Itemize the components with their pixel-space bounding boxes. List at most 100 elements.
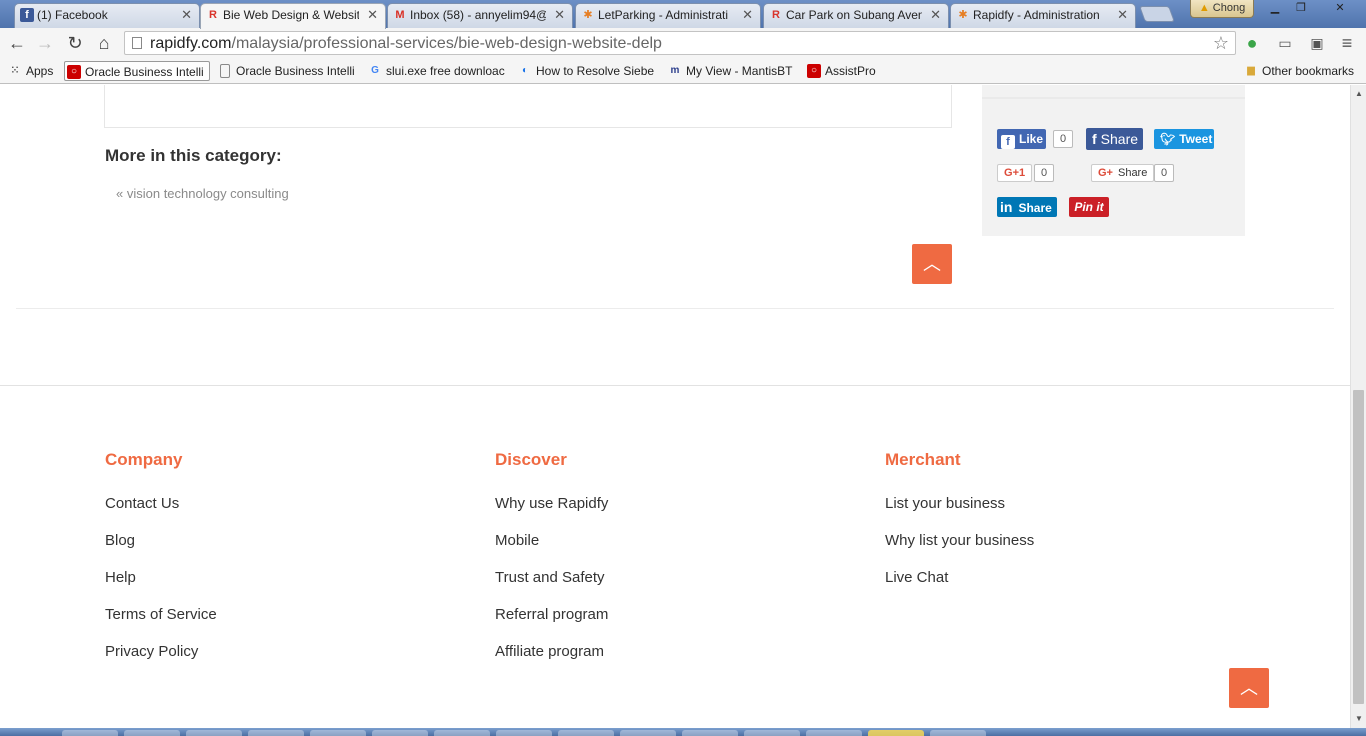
- scroll-down-arrow-icon[interactable]: ▼: [1351, 712, 1366, 726]
- close-tab-icon[interactable]: ✕: [367, 4, 378, 26]
- tab-letparking-admin[interactable]: ✱ LetParking - Administrati ✕: [575, 3, 761, 28]
- footer-link-trust-safety[interactable]: Trust and Safety: [495, 569, 608, 606]
- google-plus-one-button[interactable]: G+1: [997, 164, 1033, 182]
- tab-facebook[interactable]: f (1) Facebook ✕: [14, 3, 200, 28]
- taskbar-item[interactable]: [806, 730, 862, 736]
- footer-link-help[interactable]: Help: [105, 569, 217, 606]
- profile-badge[interactable]: ▲ Chong: [1190, 0, 1254, 18]
- footer-link-privacy[interactable]: Privacy Policy: [105, 643, 217, 680]
- rapidfy-icon: R: [772, 9, 780, 21]
- pinterest-pin-button[interactable]: Pin it: [1069, 197, 1109, 217]
- scroll-up-arrow-icon[interactable]: ▲: [1351, 87, 1366, 101]
- bookmark-other[interactable]: ▆ Other bookmarks: [1242, 61, 1362, 81]
- google-plus-count: 0: [1034, 164, 1054, 182]
- footer-link-why-list[interactable]: Why list your business: [885, 532, 1034, 569]
- linkedin-share-button[interactable]: in Share: [997, 197, 1057, 217]
- chrome-web-icon: ◐: [521, 65, 529, 76]
- tab-bie-web-design[interactable]: R Bie Web Design & Website ✕: [200, 3, 386, 29]
- footer-discover: Discover Why use Rapidfy Mobile Trust an…: [495, 450, 608, 680]
- facebook-share-button[interactable]: f Share: [1086, 128, 1143, 150]
- tab-car-park-subang[interactable]: R Car Park on Subang Aven ✕: [763, 3, 949, 28]
- floating-scroll-top-button[interactable]: ︿: [1229, 668, 1269, 708]
- facebook-like-button[interactable]: f Like: [997, 129, 1046, 149]
- bookmarks-bar: ⁙ Apps ○ Oracle Business Intelli Oracle Bu…: [0, 58, 1366, 84]
- footer-link-affiliate[interactable]: Affiliate program: [495, 643, 608, 680]
- page-scrollbar[interactable]: ▲ ▼: [1350, 85, 1366, 728]
- divider: [982, 97, 1245, 99]
- close-tab-icon[interactable]: ✕: [181, 4, 192, 26]
- joomla-icon: ✱: [583, 9, 593, 21]
- footer-link-mobile[interactable]: Mobile: [495, 532, 608, 569]
- taskbar-item[interactable]: [682, 730, 738, 736]
- facebook-icon: f: [20, 8, 34, 22]
- maximize-button[interactable]: ❐: [1288, 0, 1314, 18]
- close-window-button[interactable]: ✕: [1318, 0, 1362, 18]
- footer-link-live-chat[interactable]: Live Chat: [885, 569, 1034, 606]
- taskbar-item[interactable]: [62, 730, 118, 736]
- new-tab-button[interactable]: [1139, 6, 1175, 22]
- menu-icon[interactable]: ≡: [1338, 34, 1356, 52]
- footer-link-blog[interactable]: Blog: [105, 532, 217, 569]
- close-tab-icon[interactable]: ✕: [742, 4, 753, 26]
- taskbar-item[interactable]: [744, 730, 800, 736]
- content-card: [104, 85, 952, 128]
- bookmark-oracle-bi-1[interactable]: ○ Oracle Business Intelli: [64, 61, 210, 81]
- taskbar-item[interactable]: [620, 730, 676, 736]
- taskbar-item[interactable]: [124, 730, 180, 736]
- footer-company: Company Contact Us Blog Help Terms of Se…: [105, 450, 217, 680]
- bookmark-star-icon[interactable]: ☆: [1213, 32, 1229, 54]
- reload-icon[interactable]: ↻: [64, 32, 86, 54]
- home-icon[interactable]: ⌂: [93, 32, 115, 54]
- taskbar-item[interactable]: [434, 730, 490, 736]
- extension-leaf-icon[interactable]: ●: [1243, 34, 1261, 52]
- page-icon: [132, 37, 142, 49]
- cast-icon[interactable]: ▣: [1308, 34, 1326, 52]
- prev-listing-link[interactable]: « vision technology consulting: [116, 186, 289, 201]
- footer-link-list-business[interactable]: List your business: [885, 495, 1034, 532]
- extension-window-icon[interactable]: ▭: [1276, 34, 1294, 52]
- back-icon[interactable]: ←: [6, 32, 28, 54]
- close-tab-icon[interactable]: ✕: [930, 4, 941, 26]
- tab-rapidfy-admin[interactable]: ✱ Rapidfy - Administration ✕: [950, 3, 1136, 28]
- folder-icon: ▆: [1247, 65, 1255, 76]
- address-bar[interactable]: rapidfy.com/malaysia/professional-servic…: [124, 31, 1236, 55]
- google-icon: G: [371, 65, 379, 76]
- footer-divider: [0, 385, 1350, 386]
- tweet-button[interactable]: 🐦︎ Tweet: [1154, 129, 1214, 149]
- scroll-to-top-button[interactable]: ︿: [912, 244, 952, 284]
- bookmark-oracle-bi-2[interactable]: Oracle Business Intelli: [216, 61, 356, 81]
- taskbar-item[interactable]: [558, 730, 614, 736]
- close-tab-icon[interactable]: ✕: [1117, 4, 1128, 26]
- forward-icon[interactable]: →: [34, 32, 56, 54]
- bookmark-assistpro[interactable]: ○ AssistPro: [805, 61, 885, 81]
- bookmark-mantis[interactable]: m My View - MantisBT: [666, 61, 798, 81]
- taskbar-item[interactable]: [310, 730, 366, 736]
- taskbar-item[interactable]: [186, 730, 242, 736]
- gmail-icon: M: [395, 9, 405, 21]
- taskbar-item[interactable]: [868, 730, 924, 736]
- footer-link-terms[interactable]: Terms of Service: [105, 606, 217, 643]
- bookmark-siebel[interactable]: ◐ How to Resolve Siebe: [516, 61, 656, 81]
- minimize-button[interactable]: ▁: [1262, 0, 1288, 18]
- footer-link-why-use-rapidfy[interactable]: Why use Rapidfy: [495, 495, 608, 532]
- taskbar-item[interactable]: [930, 730, 986, 736]
- google-plus-icon: G: [1004, 167, 1013, 179]
- taskbar-item[interactable]: [496, 730, 552, 736]
- facebook-f-icon: f: [1092, 131, 1097, 147]
- oracle-icon: ○: [807, 64, 821, 78]
- scroll-thumb[interactable]: [1353, 390, 1364, 704]
- chevron-up-icon: ︿: [1240, 678, 1258, 698]
- google-share-count: 0: [1154, 164, 1174, 182]
- taskbar-item[interactable]: [372, 730, 428, 736]
- warning-icon: ▲: [1198, 2, 1210, 14]
- footer-link-referral[interactable]: Referral program: [495, 606, 608, 643]
- bookmark-slui[interactable]: Gslui.exe free downloac: [366, 61, 508, 81]
- taskbar-item[interactable]: [248, 730, 304, 736]
- footer-link-contact-us[interactable]: Contact Us: [105, 495, 217, 532]
- divider: [16, 308, 1334, 309]
- google-share-button[interactable]: G+ Share: [1091, 164, 1155, 182]
- tab-gmail-inbox[interactable]: M Inbox (58) - annyelim94@ ✕: [387, 3, 573, 28]
- footer-heading-discover: Discover: [495, 450, 567, 469]
- close-tab-icon[interactable]: ✕: [554, 4, 565, 26]
- bookmark-apps[interactable]: ⁙ Apps: [6, 61, 62, 81]
